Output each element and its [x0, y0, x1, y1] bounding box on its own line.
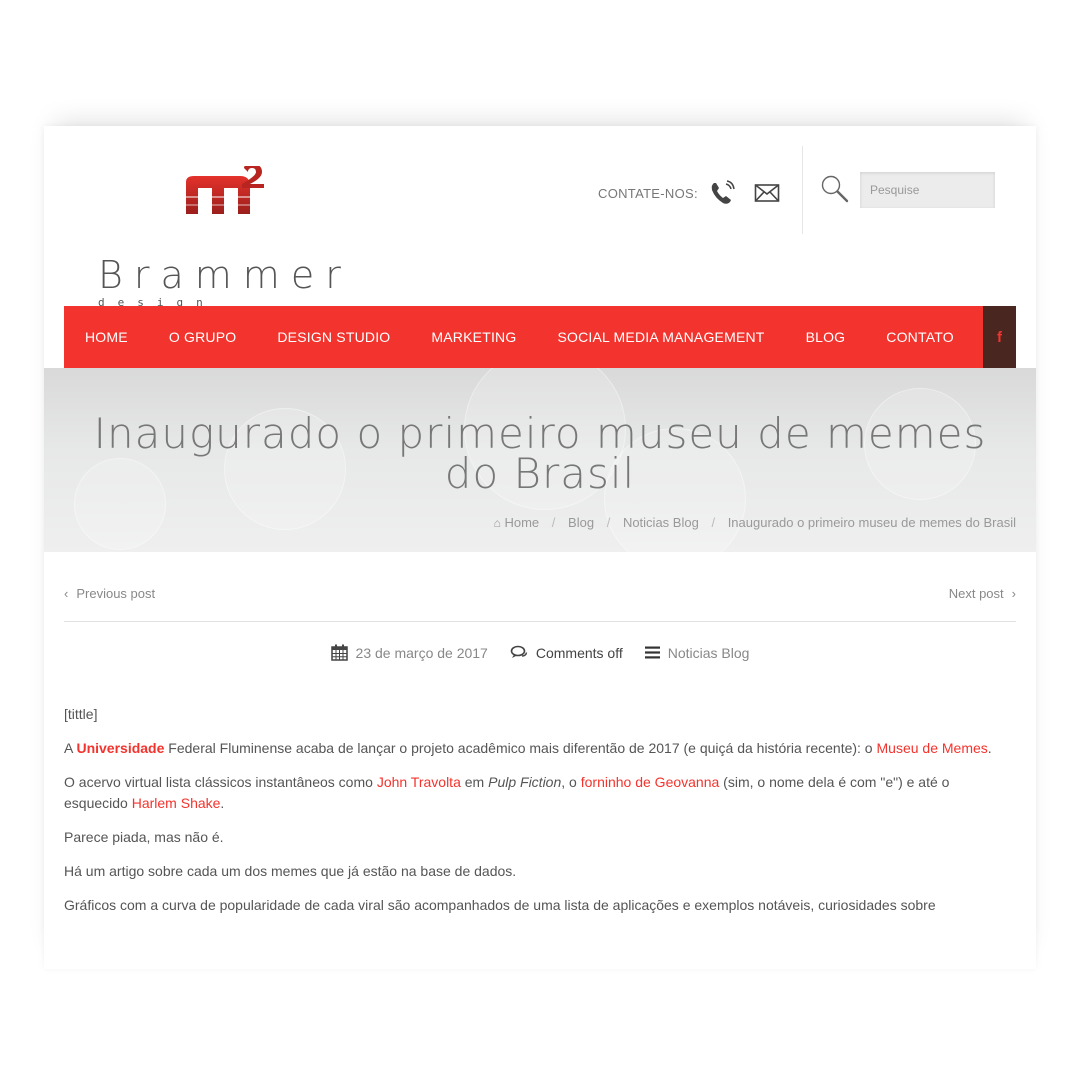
divider	[64, 621, 1016, 622]
paragraph: A Universidade Federal Fluminense acaba …	[64, 738, 1014, 759]
paragraph: Parece piada, mas não é.	[64, 829, 224, 845]
text: em	[460, 774, 489, 790]
page-hero: Inaugurado o primeiro museu de memes do …	[44, 368, 1036, 552]
breadcrumb-current: Inaugurado o primeiro museu de memes do …	[727, 515, 1016, 530]
text: , o	[561, 774, 581, 790]
chevron-right-icon: ›	[1011, 586, 1016, 601]
email-icon[interactable]	[754, 182, 780, 204]
home-icon: ⌂	[493, 516, 501, 530]
post-content: [tittle] A Universidade Federal Fluminen…	[64, 704, 1014, 929]
breadcrumb-separator: /	[551, 515, 556, 530]
page-title: Inaugurado o primeiro museu de memes do …	[44, 413, 1036, 495]
post-meta: 23 de março de 2017 Comments off Noticia…	[44, 644, 1036, 661]
italic-text: Pulp Fiction	[488, 774, 562, 790]
calendar-icon	[330, 644, 348, 661]
paragraph: [tittle]	[64, 706, 98, 722]
post-category[interactable]: Noticias Blog	[644, 644, 750, 661]
search-icon[interactable]	[820, 174, 850, 204]
text: .	[220, 795, 225, 811]
breadcrumb-separator: /	[606, 515, 611, 530]
next-post-label: Next post	[948, 586, 1004, 601]
main-nav: HOME O GRUPO DESIGN STUDIO MARKETING SOC…	[64, 306, 1016, 368]
paragraph: Gráficos com a curva de popularidade de …	[64, 897, 936, 913]
text: O acervo virtual lista clássicos instant…	[64, 774, 377, 790]
facebook-button[interactable]: f	[983, 306, 1016, 368]
paragraph: O acervo virtual lista clássicos instant…	[64, 772, 1014, 814]
paragraph: Há um artigo sobre cada um dos memes que…	[64, 863, 517, 879]
breadcrumb-blog[interactable]: Blog	[568, 515, 594, 530]
brand-name: Brammer	[98, 253, 352, 297]
nav-item-marketing[interactable]: MARKETING	[410, 329, 536, 345]
nav-item-home[interactable]: HOME	[64, 329, 148, 345]
link-universidade[interactable]: Universidade	[76, 740, 164, 756]
next-post-link[interactable]: Next post ›	[949, 586, 1016, 601]
link-harlem-shake[interactable]: Harlem Shake	[132, 795, 221, 811]
chevron-left-icon: ‹	[64, 586, 69, 601]
breadcrumb-separator: /	[711, 515, 716, 530]
phone-icon[interactable]	[708, 180, 736, 206]
nav-item-design-studio[interactable]: DESIGN STUDIO	[256, 329, 410, 345]
brand-logo[interactable]: Brammer design studio	[98, 166, 348, 322]
comments-status: Comments off	[535, 644, 623, 661]
nav-item-o-grupo[interactable]: O GRUPO	[148, 329, 257, 345]
nav-item-social-media[interactable]: SOCIAL MEDIA MANAGEMENT	[536, 329, 784, 345]
nav-item-contato[interactable]: CONTATO	[865, 329, 974, 345]
nav-item-blog[interactable]: BLOG	[785, 329, 866, 345]
text: A	[64, 740, 77, 756]
link-forninho[interactable]: forninho de Geovanna	[581, 774, 720, 790]
text: Federal Fluminense acaba de lançar o pro…	[164, 740, 877, 756]
breadcrumb-category[interactable]: Noticias Blog	[623, 515, 699, 530]
post-category-text: Noticias Blog	[667, 644, 750, 661]
page-title-line2: do Brasil	[444, 449, 636, 498]
previous-post-label: Previous post	[76, 586, 156, 601]
post-date: 23 de março de 2017	[330, 644, 488, 661]
m2-logo-icon	[186, 166, 264, 214]
facebook-icon: f	[997, 328, 1002, 346]
comments-icon	[510, 645, 528, 658]
list-icon	[644, 646, 660, 659]
contact-label: CONTATE-NOS:	[598, 185, 698, 201]
post-comments: Comments off	[510, 645, 623, 661]
header-divider	[802, 146, 803, 234]
breadcrumb-home[interactable]: Home	[504, 515, 539, 530]
link-john-travolta[interactable]: John Travolta	[377, 774, 461, 790]
previous-post-link[interactable]: ‹ Previous post	[64, 586, 155, 601]
post-date-text: 23 de março de 2017	[355, 644, 488, 661]
search-input[interactable]	[860, 172, 995, 208]
link-museu-de-memes[interactable]: Museu de Memes	[877, 740, 988, 756]
text: .	[987, 740, 992, 756]
breadcrumb: ⌂ Home / Blog / Noticias Blog / Inaugura…	[494, 515, 1016, 530]
page-frame: Brammer design studio CONTATE-NOS: HOME …	[44, 126, 1036, 969]
contact-area: CONTATE-NOS:	[598, 180, 780, 206]
